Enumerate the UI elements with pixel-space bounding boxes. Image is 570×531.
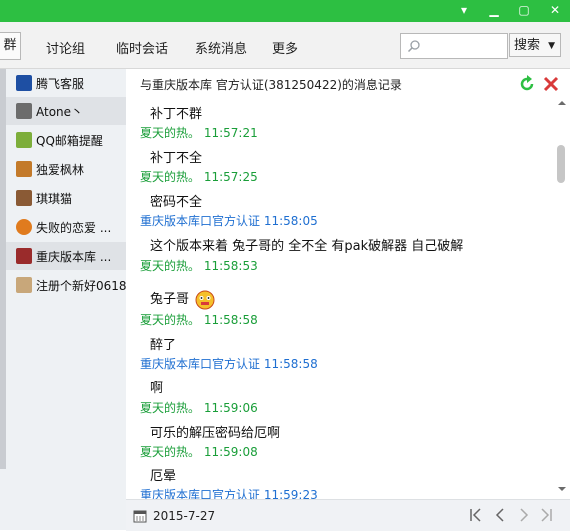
contact-item[interactable]: 重庆版本库 ... [6,242,126,270]
contact-item[interactable]: 独爱枫林 [6,155,126,183]
contact-name: 腾飞客服 [36,76,85,91]
close-icon[interactable] [542,75,560,93]
contact-name: Atone丶 [36,104,84,119]
tab-more[interactable]: 更多 [272,38,298,57]
contact-item[interactable]: 失败的恋爱 ... [6,213,126,241]
scroll-thumb[interactable] [557,145,565,183]
contact-item[interactable]: QQ邮箱提醒 [6,126,126,154]
skin-icon[interactable]: ▾ [455,2,473,18]
contact-name: QQ邮箱提醒 [36,133,103,148]
last-page-icon[interactable] [538,507,554,523]
message-text: 可乐的解压密码给厄啊 [150,426,281,441]
bottom-bar: 2015-7-27 [126,499,570,531]
contact-name: 重庆版本库 ... [36,249,112,264]
avatar [16,75,32,91]
search-button[interactable]: 搜索 ▼ [509,33,561,57]
title-bar: ▾ ▁ ▢ ✕ [0,0,570,22]
search-button-label: 搜索 [514,38,541,53]
avatar [16,219,32,235]
message-meta: 重庆版本库口官方认证 11:58:05 [140,214,318,228]
message-text: 密码不全 [150,195,203,210]
tab-discussion[interactable]: 讨论组 [46,38,85,57]
contact-name: 琪琪猫 [36,191,73,206]
refresh-icon[interactable] [518,75,536,93]
message-text-content: 兔子哥 [150,292,190,307]
first-page-icon[interactable] [468,507,484,523]
avatar [16,161,32,177]
avatar [16,132,32,148]
tab-system-message[interactable]: 系统消息 [195,38,247,57]
contact-item[interactable]: Atone丶 [6,97,126,125]
message-text: 兔子哥 [150,288,215,310]
search-box[interactable] [400,33,509,59]
maximize-icon[interactable]: ▢ [515,2,533,18]
message-text: 补丁不群 [150,107,203,122]
message-text: 厄晕 [150,469,177,484]
tab-temp-chat[interactable]: 临时会话 [116,38,168,57]
next-page-icon[interactable] [516,507,532,523]
angry-emoji-icon [195,290,215,309]
message-scrollbar[interactable] [554,97,570,499]
avatar [16,277,32,293]
contact-name: 独爱枫林 [36,162,85,177]
message-text: 醉了 [150,338,177,353]
message-meta: 夏天的热。 11:58:58 [140,313,258,327]
history-header: 与重庆版本库 官方认证(381250422)的消息记录 [126,69,570,97]
contact-item[interactable]: 腾飞客服 [6,69,126,97]
history-title: 与重庆版本库 官方认证(381250422)的消息记录 [140,78,402,92]
message-list: 补丁不群 夏天的热。 11:57:21 补丁不全 夏天的热。 11:57:25 … [126,97,554,499]
calendar-icon[interactable] [133,509,147,523]
message-meta: 夏天的热。 11:57:21 [140,126,258,140]
tab-group[interactable]: 群 [0,32,21,60]
contact-name: 失败的恋爱 ... [36,220,112,235]
contact-item[interactable]: 琪琪猫 [6,184,126,212]
message-meta: 重庆版本库口官方认证 11:58:58 [140,357,318,371]
chevron-down-icon: ▼ [548,41,555,51]
message-meta: 夏天的热。 11:59:08 [140,445,258,459]
contact-name: 注册个新好0618 [36,278,126,293]
history-date[interactable]: 2015-7-27 [153,509,215,523]
message-meta: 夏天的热。 11:57:25 [140,170,258,184]
message-meta: 夏天的热。 11:59:06 [140,401,258,415]
close-icon[interactable]: ✕ [546,2,564,18]
message-text: 这个版本来着 兔子哥的 全不全 有pak破解器 自己破解 [150,239,464,254]
scroll-up-icon[interactable] [554,97,570,109]
scroll-down-icon[interactable] [554,483,570,495]
avatar [16,248,32,264]
avatar [16,103,32,119]
message-text: 啊 [150,381,164,396]
toolbar: 群 讨论组 临时会话 系统消息 更多 搜索 ▼ [0,22,570,69]
avatar [16,190,32,206]
search-icon [407,40,420,53]
message-meta: 夏天的热。 11:58:53 [140,259,258,273]
contact-item[interactable]: 注册个新好0618 [6,271,126,299]
prev-page-icon[interactable] [492,507,508,523]
message-meta: 重庆版本库口官方认证 11:59:23 [140,488,318,499]
minimize-icon[interactable]: ▁ [485,2,503,18]
search-input[interactable] [425,34,509,58]
message-text: 补丁不全 [150,151,203,166]
